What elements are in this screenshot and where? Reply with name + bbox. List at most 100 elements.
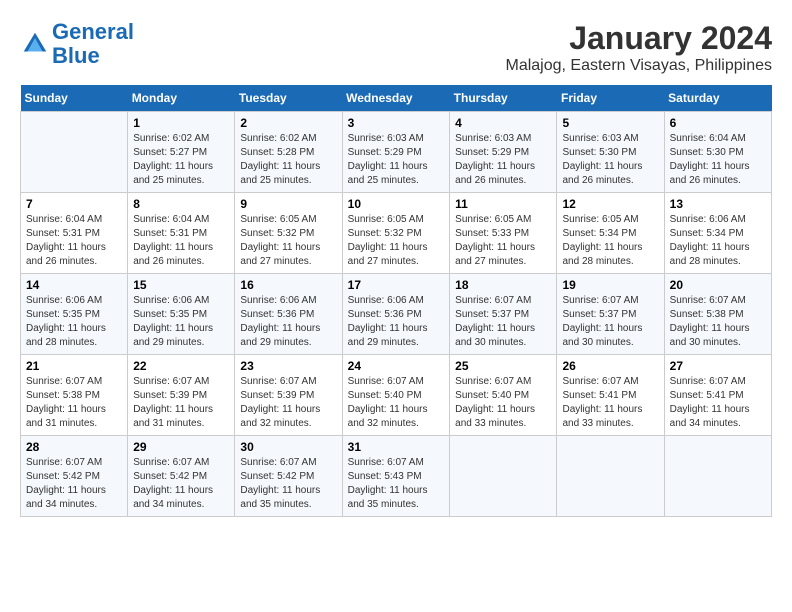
day-cell: 20 Sunrise: 6:07 AMSunset: 5:38 PMDayligh… <box>664 274 771 355</box>
day-cell: 9Sunrise: 6:05 AMSunset: 5:32 PMDaylight… <box>235 193 342 274</box>
day-number: 4 <box>455 116 551 130</box>
day-cell: 2Sunrise: 6:02 AMSunset: 5:28 PMDaylight… <box>235 112 342 193</box>
day-number: 24 <box>348 359 445 373</box>
day-number: 6 <box>670 116 766 130</box>
header-cell-sunday: Sunday <box>21 85 128 112</box>
day-cell: 17 Sunrise: 6:06 AMSunset: 5:36 PMDayligh… <box>342 274 450 355</box>
day-cell: 15Sunrise: 6:06 AMSunset: 5:35 PMDayligh… <box>128 274 235 355</box>
calendar-table: SundayMondayTuesdayWednesdayThursdayFrid… <box>20 85 772 517</box>
day-info: Sunrise: 6:07 AMSunset: 5:40 PMDaylight:… <box>348 375 445 431</box>
week-row-3: 14 Sunrise: 6:06 AMSunset: 5:35 PMDayligh… <box>21 274 772 355</box>
day-info: Sunrise: 6:07 AMSunset: 5:39 PMDaylight:… <box>240 375 336 431</box>
day-cell: 21Sunrise: 6:07 AMSunset: 5:38 PMDayligh… <box>21 355 128 436</box>
day-cell: 10 Sunrise: 6:05 AMSunset: 5:32 PMDayligh… <box>342 193 450 274</box>
day-cell: 31 Sunrise: 6:07 AMSunset: 5:43 PMDayligh… <box>342 436 450 517</box>
day-cell: 1 Sunrise: 6:02 AMSunset: 5:27 PMDaylight… <box>128 112 235 193</box>
day-info: Sunrise: 6:03 AMSunset: 5:29 PMDaylight:… <box>455 132 551 188</box>
day-number: 26 <box>562 359 658 373</box>
day-number: 11 <box>455 197 551 211</box>
day-number: 22 <box>133 359 229 373</box>
day-info: Sunrise: 6:07 AMSunset: 5:41 PMDaylight:… <box>670 375 766 431</box>
header-cell-tuesday: Tuesday <box>235 85 342 112</box>
day-info: Sunrise: 6:06 AMSunset: 5:35 PMDaylight:… <box>133 294 229 350</box>
day-cell: 3Sunrise: 6:03 AMSunset: 5:29 PMDaylight… <box>342 112 450 193</box>
day-number: 1 <box>133 116 229 130</box>
logo: General Blue <box>20 20 134 68</box>
day-cell <box>21 112 128 193</box>
logo-line1: General <box>52 19 134 44</box>
day-number: 30 <box>240 440 336 454</box>
day-info: Sunrise: 6:06 AMSunset: 5:35 PMDaylight:… <box>26 294 122 350</box>
day-number: 7 <box>26 197 122 211</box>
day-cell <box>450 436 557 517</box>
day-cell: 11 Sunrise: 6:05 AMSunset: 5:33 PMDayligh… <box>450 193 557 274</box>
page-header: General Blue January 2024 Malajog, Easte… <box>20 20 772 75</box>
week-row-1: 1 Sunrise: 6:02 AMSunset: 5:27 PMDaylight… <box>21 112 772 193</box>
page-subtitle: Malajog, Eastern Visayas, Philippines <box>505 57 772 75</box>
day-cell: 14 Sunrise: 6:06 AMSunset: 5:35 PMDayligh… <box>21 274 128 355</box>
day-info: Sunrise: 6:06 AMSunset: 5:36 PMDaylight:… <box>348 294 445 350</box>
day-cell: 23 Sunrise: 6:07 AMSunset: 5:39 PMDayligh… <box>235 355 342 436</box>
day-cell: 13Sunrise: 6:06 AMSunset: 5:34 PMDayligh… <box>664 193 771 274</box>
logo-text: General Blue <box>52 20 134 68</box>
day-cell: 18Sunrise: 6:07 AMSunset: 5:37 PMDayligh… <box>450 274 557 355</box>
day-number: 13 <box>670 197 766 211</box>
day-info: Sunrise: 6:07 AMSunset: 5:43 PMDaylight:… <box>348 456 445 512</box>
header-cell-thursday: Thursday <box>450 85 557 112</box>
header-cell-monday: Monday <box>128 85 235 112</box>
day-cell <box>664 436 771 517</box>
day-number: 9 <box>240 197 336 211</box>
day-number: 27 <box>670 359 766 373</box>
day-cell: 6 Sunrise: 6:04 AMSunset: 5:30 PMDaylight… <box>664 112 771 193</box>
day-info: Sunrise: 6:02 AMSunset: 5:28 PMDaylight:… <box>240 132 336 188</box>
day-number: 10 <box>348 197 445 211</box>
day-number: 17 <box>348 278 445 292</box>
logo-icon <box>20 29 50 59</box>
day-cell: 8 Sunrise: 6:04 AMSunset: 5:31 PMDaylight… <box>128 193 235 274</box>
day-cell: 22 Sunrise: 6:07 AMSunset: 5:39 PMDayligh… <box>128 355 235 436</box>
header-cell-friday: Friday <box>557 85 664 112</box>
day-info: Sunrise: 6:07 AMSunset: 5:42 PMDaylight:… <box>133 456 229 512</box>
day-number: 12 <box>562 197 658 211</box>
day-info: Sunrise: 6:07 AMSunset: 5:37 PMDaylight:… <box>562 294 658 350</box>
day-info: Sunrise: 6:07 AMSunset: 5:37 PMDaylight:… <box>455 294 551 350</box>
day-cell: 29Sunrise: 6:07 AMSunset: 5:42 PMDayligh… <box>128 436 235 517</box>
day-cell <box>557 436 664 517</box>
day-info: Sunrise: 6:07 AMSunset: 5:42 PMDaylight:… <box>240 456 336 512</box>
week-row-4: 21Sunrise: 6:07 AMSunset: 5:38 PMDayligh… <box>21 355 772 436</box>
day-info: Sunrise: 6:05 AMSunset: 5:33 PMDaylight:… <box>455 213 551 269</box>
day-number: 23 <box>240 359 336 373</box>
day-info: Sunrise: 6:07 AMSunset: 5:41 PMDaylight:… <box>562 375 658 431</box>
day-cell: 4 Sunrise: 6:03 AMSunset: 5:29 PMDaylight… <box>450 112 557 193</box>
day-info: Sunrise: 6:07 AMSunset: 5:38 PMDaylight:… <box>670 294 766 350</box>
day-info: Sunrise: 6:04 AMSunset: 5:30 PMDaylight:… <box>670 132 766 188</box>
day-info: Sunrise: 6:06 AMSunset: 5:36 PMDaylight:… <box>240 294 336 350</box>
day-number: 25 <box>455 359 551 373</box>
day-info: Sunrise: 6:02 AMSunset: 5:27 PMDaylight:… <box>133 132 229 188</box>
day-number: 31 <box>348 440 445 454</box>
day-info: Sunrise: 6:03 AMSunset: 5:29 PMDaylight:… <box>348 132 445 188</box>
day-info: Sunrise: 6:05 AMSunset: 5:34 PMDaylight:… <box>562 213 658 269</box>
day-cell: 28Sunrise: 6:07 AMSunset: 5:42 PMDayligh… <box>21 436 128 517</box>
day-info: Sunrise: 6:04 AMSunset: 5:31 PMDaylight:… <box>26 213 122 269</box>
day-number: 20 <box>670 278 766 292</box>
day-number: 14 <box>26 278 122 292</box>
title-block: January 2024 Malajog, Eastern Visayas, P… <box>505 20 772 75</box>
day-number: 16 <box>240 278 336 292</box>
week-row-2: 7 Sunrise: 6:04 AMSunset: 5:31 PMDaylight… <box>21 193 772 274</box>
day-info: Sunrise: 6:03 AMSunset: 5:30 PMDaylight:… <box>562 132 658 188</box>
day-info: Sunrise: 6:07 AMSunset: 5:42 PMDaylight:… <box>26 456 122 512</box>
day-info: Sunrise: 6:05 AMSunset: 5:32 PMDaylight:… <box>348 213 445 269</box>
header-row: SundayMondayTuesdayWednesdayThursdayFrid… <box>21 85 772 112</box>
logo-line2: Blue <box>52 43 100 68</box>
day-cell: 25Sunrise: 6:07 AMSunset: 5:40 PMDayligh… <box>450 355 557 436</box>
day-info: Sunrise: 6:07 AMSunset: 5:39 PMDaylight:… <box>133 375 229 431</box>
day-number: 8 <box>133 197 229 211</box>
day-cell: 12 Sunrise: 6:05 AMSunset: 5:34 PMDayligh… <box>557 193 664 274</box>
day-number: 19 <box>562 278 658 292</box>
day-cell: 30 Sunrise: 6:07 AMSunset: 5:42 PMDayligh… <box>235 436 342 517</box>
day-cell: 7 Sunrise: 6:04 AMSunset: 5:31 PMDaylight… <box>21 193 128 274</box>
page-title: January 2024 <box>505 20 772 57</box>
week-row-5: 28Sunrise: 6:07 AMSunset: 5:42 PMDayligh… <box>21 436 772 517</box>
day-info: Sunrise: 6:04 AMSunset: 5:31 PMDaylight:… <box>133 213 229 269</box>
